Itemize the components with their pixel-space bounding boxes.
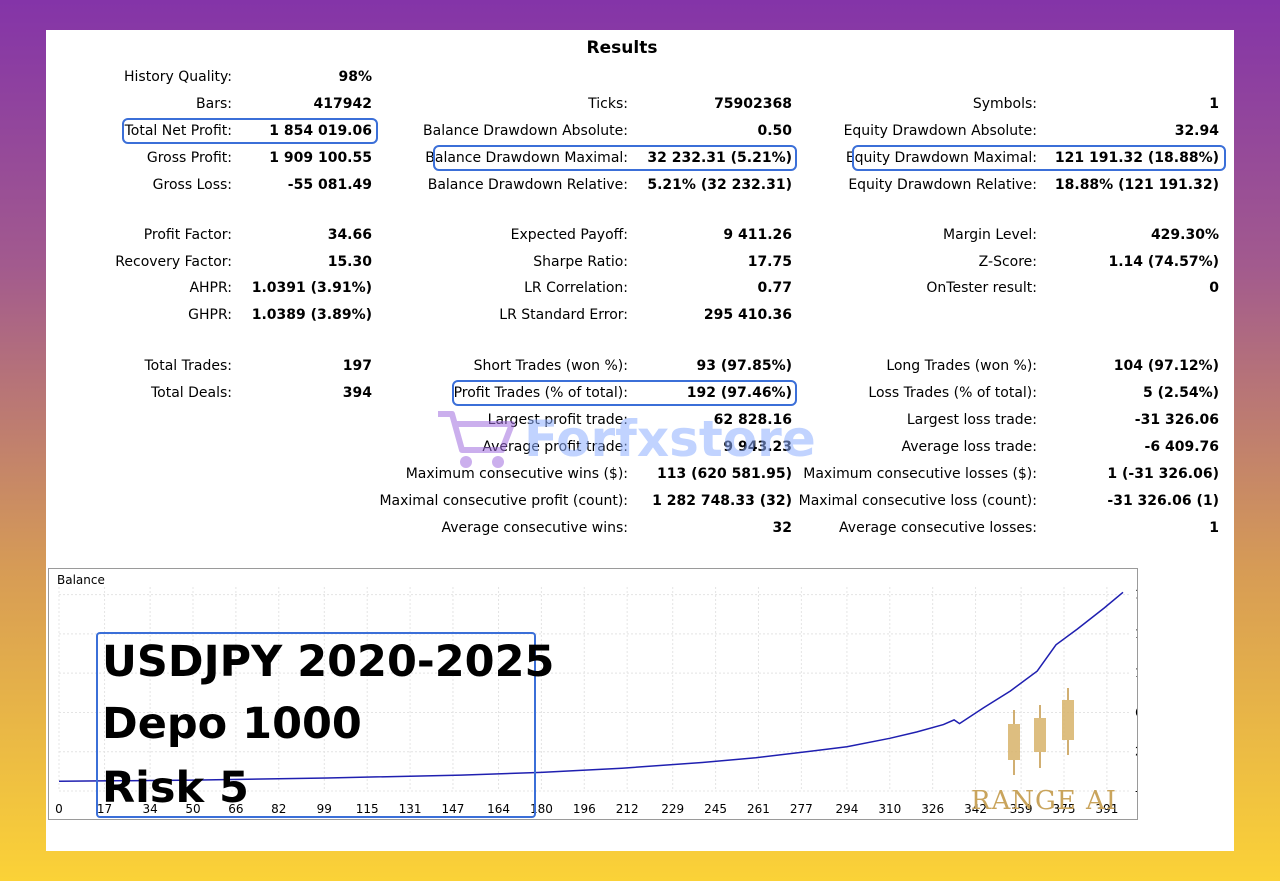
- stat-value: 32.94: [1174, 123, 1219, 139]
- stat-value: -31 326.06: [1134, 412, 1219, 428]
- stat-value: 18.88% (121 191.32): [1054, 177, 1219, 193]
- stat-label: Ticks:: [588, 96, 628, 112]
- x-tick-label: 212: [616, 802, 639, 816]
- stat-value: 0: [1209, 280, 1219, 296]
- stat-label: Recovery Factor:: [115, 254, 232, 270]
- x-tick-label: 326: [921, 802, 944, 816]
- stat-label: Balance Drawdown Relative:: [427, 177, 628, 193]
- stat-value: 429.30%: [1150, 227, 1219, 243]
- stat-label: Gross Profit:: [146, 150, 232, 166]
- forfxstore-watermark: Forfxstore: [438, 410, 816, 468]
- watermark-text: Forfxstore: [524, 410, 816, 468]
- overlay-line-symbol: USDJPY 2020-2025: [102, 637, 555, 687]
- stat-value: -31 326.06 (1): [1107, 493, 1219, 509]
- x-tick-label: 196: [573, 802, 596, 816]
- results-panel: Results History Quality: 98% Bars: 41794…: [46, 30, 1234, 851]
- stat-value: 394: [342, 385, 372, 401]
- x-tick-label: 261: [747, 802, 770, 816]
- stat-value: 9 411.26: [723, 227, 792, 243]
- stat-value: 295 410.36: [703, 307, 792, 323]
- x-tick-label: 229: [661, 802, 684, 816]
- stat-label: OnTester result:: [926, 280, 1037, 296]
- stat-label: Total Trades:: [144, 358, 233, 374]
- x-tick-label: 245: [704, 802, 727, 816]
- stat-value: 32: [772, 520, 792, 536]
- stat-value: 104 (97.12%): [1113, 358, 1219, 374]
- stat-value: -6 409.76: [1144, 439, 1219, 455]
- overlay-line-deposit: Depo 1000: [102, 699, 362, 749]
- stat-value: 1.0389 (3.89%): [251, 307, 372, 323]
- stat-value: 1 282 748.33 (32): [652, 493, 792, 509]
- stat-value: 15.30: [327, 254, 372, 270]
- stat-label: Profit Factor:: [143, 227, 232, 243]
- results-title: Results: [586, 38, 658, 58]
- stat-value: 1.0391 (3.91%): [251, 280, 372, 296]
- stat-label: Z-Score:: [978, 254, 1037, 270]
- stat-label: Largest loss trade:: [906, 412, 1037, 428]
- stat-label: Margin Level:: [943, 227, 1037, 243]
- stat-value: 1: [1209, 96, 1219, 112]
- stat-label: Average loss trade:: [901, 439, 1037, 455]
- stat-value: 197: [342, 358, 372, 374]
- stat-value: 5 (2.54%): [1143, 385, 1219, 401]
- stat-label: Average consecutive wins:: [441, 520, 628, 536]
- stat-label: Total Deals:: [150, 385, 232, 401]
- x-tick-label: 0: [55, 802, 63, 816]
- stat-value: 34.66: [327, 227, 372, 243]
- y-tick-label: 1777557: [1135, 588, 1137, 602]
- y-tick-label: 1029853: [1135, 666, 1137, 680]
- stat-label: Equity Drawdown Relative:: [848, 177, 1037, 193]
- stat-value: 1.14 (74.57%): [1108, 254, 1219, 270]
- overlay-line-risk: Risk 5: [102, 763, 249, 813]
- stat-label: Symbols:: [972, 96, 1037, 112]
- stat-value: 5.21% (32 232.31): [647, 177, 792, 193]
- stat-value: 1 909 100.55: [269, 150, 372, 166]
- stat-label: Balance Drawdown Absolute:: [423, 123, 628, 139]
- y-tick-label: 282150: [1135, 745, 1137, 759]
- highlight-equity-drawdown-maximal: [852, 145, 1226, 171]
- x-tick-label: 277: [790, 802, 813, 816]
- stat-value: 1 (-31 326.06): [1107, 466, 1219, 482]
- stat-label: Bars:: [196, 96, 232, 112]
- stat-label: GHPR:: [188, 307, 232, 323]
- candlestick-icon: [1008, 688, 1074, 775]
- y-tick-label: 1403705: [1135, 627, 1137, 641]
- range-ai-text: RANGE AI: [970, 786, 1118, 816]
- stat-value: -55 081.49: [287, 177, 372, 193]
- stat-value: 0.77: [757, 280, 792, 296]
- highlight-total-net-profit: [122, 118, 378, 144]
- stat-label: History Quality:: [124, 69, 232, 85]
- stat-label: AHPR:: [189, 280, 232, 296]
- stat-value: 417942: [313, 96, 372, 112]
- stat-label: Expected Payoff:: [510, 227, 628, 243]
- stat-label: Maximal consecutive loss (count):: [798, 493, 1037, 509]
- stat-label: Loss Trades (% of total):: [868, 385, 1037, 401]
- stat-value: 75902368: [714, 96, 792, 112]
- stat-label: LR Standard Error:: [499, 307, 628, 323]
- stat-value: 98%: [338, 69, 372, 85]
- stat-value: 0.50: [757, 123, 792, 139]
- stat-label: Long Trades (won %):: [886, 358, 1037, 374]
- x-tick-label: 294: [835, 802, 858, 816]
- y-tick-label: -91701: [1135, 784, 1137, 798]
- x-tick-label: 310: [878, 802, 901, 816]
- stat-label: Maximal consecutive profit (count):: [379, 493, 628, 509]
- stat-label: Gross Loss:: [152, 177, 232, 193]
- cart-icon: [438, 411, 515, 468]
- stat-value: 17.75: [747, 254, 792, 270]
- stat-value: 93 (97.85%): [696, 358, 792, 374]
- stat-label: LR Correlation:: [524, 280, 628, 296]
- stat-label: Equity Drawdown Absolute:: [843, 123, 1037, 139]
- stat-label: Short Trades (won %):: [473, 358, 628, 374]
- stat-value: 1: [1209, 520, 1219, 536]
- stat-label: Sharpe Ratio:: [533, 254, 628, 270]
- highlight-balance-drawdown-maximal: [433, 145, 797, 171]
- stat-label: Average consecutive losses:: [839, 520, 1037, 536]
- y-tick-label: 656002: [1135, 705, 1137, 719]
